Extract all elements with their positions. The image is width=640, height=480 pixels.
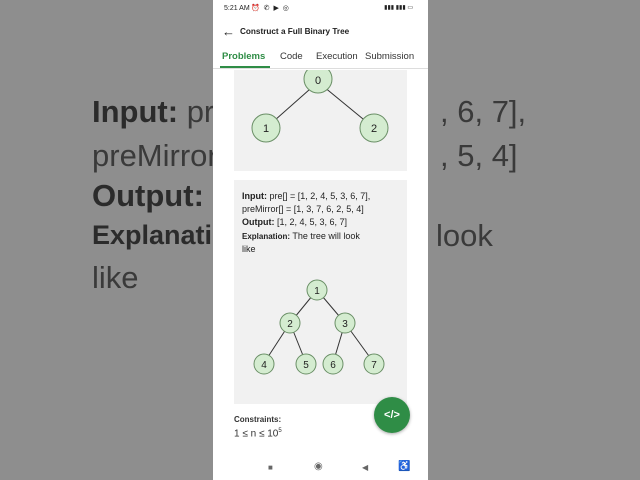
svg-text:2: 2: [287, 319, 293, 330]
svg-text:5: 5: [303, 360, 309, 371]
tree2-node-2: 2: [279, 312, 301, 334]
accessibility-icon[interactable]: ♿: [398, 461, 410, 472]
bg-like: like: [92, 260, 139, 295]
constraints-text: 1 ≤ n ≤ 105: [234, 428, 282, 440]
back-nav-icon[interactable]: ◀: [362, 463, 368, 472]
tab-submission[interactable]: Submission: [365, 51, 414, 62]
tree-diagram-2: 1 2 3 4 5 6 7: [253, 279, 385, 375]
tab-code[interactable]: Code: [280, 51, 303, 62]
bg-premirror-tail: , 5, 4]: [440, 138, 518, 173]
arrow-left-icon[interactable]: ←: [222, 24, 235, 39]
example-output: Output: [1, 2, 4, 5, 3, 6, 7]: [242, 217, 348, 227]
status-signal-battery-icon: ▮▮▮ ▮▮▮ ▭: [384, 5, 413, 11]
tree2-node-6: 6: [322, 353, 344, 375]
app-bar: ← Construct a Full Binary Tree: [213, 20, 428, 42]
tree-diagram-card: 0 1 2: [234, 70, 407, 171]
status-time: 5:21 AM: [224, 5, 250, 12]
tree2-node-3: 3: [334, 312, 356, 334]
output-label: Output:: [242, 217, 275, 227]
example-premirror: preMirror[] = [1, 3, 7, 6, 2, 5, 4]: [242, 204, 364, 214]
bg-input-tail: , 6, 7],: [440, 94, 527, 129]
status-bar: 5:21 AM ⏰ ✆ ▶ ◎ ▮▮▮ ▮▮▮ ▭: [213, 0, 428, 18]
tab-bar: Problems Code Execution Submission: [213, 46, 428, 69]
svg-text:4: 4: [261, 360, 267, 371]
active-tab-indicator: [220, 66, 270, 68]
explanation-label: Explanation:: [242, 232, 291, 241]
bg-premirror: preMirror: [92, 138, 218, 173]
svg-text:1: 1: [314, 286, 320, 297]
status-notification-icons: ⏰ ✆ ▶ ◎: [251, 5, 290, 12]
tab-problems[interactable]: Problems: [222, 51, 265, 62]
svg-text:6: 6: [330, 360, 336, 371]
code-fab-button[interactable]: </>: [374, 397, 410, 433]
bg-input-label: Input:: [92, 94, 179, 129]
example-card: Input: pre[] = [1, 2, 4, 5, 3, 6, 7], pr…: [234, 180, 407, 404]
tree1-node-2: 2: [359, 113, 389, 143]
recent-apps-icon[interactable]: ■: [268, 463, 273, 472]
svg-text:3: 3: [342, 319, 348, 330]
tab-execution[interactable]: Execution: [316, 51, 358, 62]
example-explanation-line2: like: [242, 244, 256, 254]
example-input: Input: pre[] = [1, 2, 4, 5, 3, 6, 7],: [242, 191, 371, 201]
problem-content[interactable]: 0 1 2 Input: pre[] = [1, 2, 4, 5, 3, 6, …: [213, 70, 428, 458]
example-explanation: Explanation: The tree will look: [242, 231, 360, 241]
constraints-label: Constraints:: [234, 415, 282, 424]
phone-screen: 5:21 AM ⏰ ✆ ▶ ◎ ▮▮▮ ▮▮▮ ▭ ← Construct a …: [213, 0, 428, 480]
svg-text:0: 0: [315, 75, 321, 87]
tree1-node-1: 1: [251, 113, 281, 143]
tree2-node-4: 4: [253, 353, 275, 375]
tree2-node-7: 7: [363, 353, 385, 375]
tree2-node-1: 1: [306, 279, 328, 301]
system-nav-bar: ■ ◉ ◀ ♿: [213, 458, 428, 480]
constraints-exponent: 5: [278, 428, 282, 434]
bg-output-label: Output: [: [92, 178, 223, 213]
svg-text:2: 2: [371, 123, 377, 135]
page-title: Construct a Full Binary Tree: [240, 27, 350, 36]
tree1-node-0: 0: [303, 70, 333, 94]
svg-text:1: 1: [263, 123, 269, 135]
tree2-node-5: 5: [295, 353, 317, 375]
home-icon[interactable]: ◉: [314, 461, 323, 472]
input-label: Input:: [242, 191, 267, 201]
svg-text:7: 7: [371, 360, 377, 371]
bg-explanation-tail: look: [436, 218, 493, 253]
tree-diagram-1: 0 1 2: [251, 70, 389, 143]
